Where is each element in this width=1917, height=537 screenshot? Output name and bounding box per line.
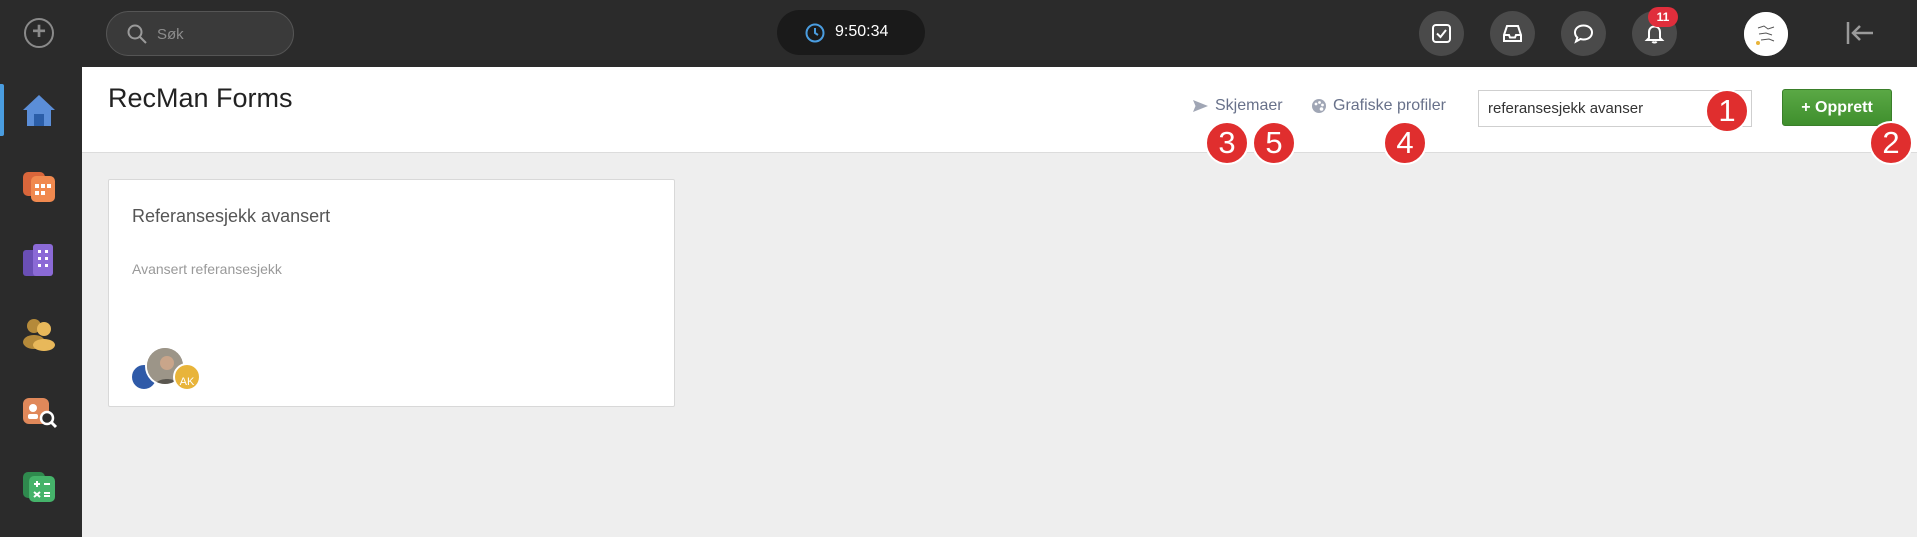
create-button[interactable]: + Opprett [1782, 89, 1892, 126]
marker-3: 3 [1205, 121, 1249, 165]
candidate-search-icon[interactable] [19, 390, 59, 430]
send-icon [1193, 100, 1208, 112]
graphic-profiles-link[interactable]: Grafiske profiler [1311, 97, 1446, 115]
notification-badge: 11 [1648, 7, 1678, 27]
marker-4: 4 [1383, 121, 1427, 165]
clock[interactable]: 9:50:34 [777, 10, 925, 55]
inbox-icon [1503, 25, 1522, 42]
tasks-button[interactable] [1419, 11, 1464, 56]
active-indicator [0, 84, 4, 136]
building-icon[interactable] [19, 240, 59, 280]
plus-circle-icon[interactable]: + [24, 18, 54, 48]
people-icon[interactable] [19, 314, 59, 354]
user-avatar[interactable] [1744, 12, 1788, 56]
chat-bubble-icon [1573, 24, 1594, 44]
search-input[interactable] [157, 22, 287, 46]
notifications-button[interactable]: 11 [1632, 7, 1678, 56]
clock-time: 9:50:34 [835, 23, 889, 40]
card-description: Avansert referansesjekk [132, 261, 282, 277]
forms-link[interactable]: Skjemaer [1192, 97, 1283, 115]
palette-icon [1312, 99, 1326, 113]
calendar-icon[interactable] [19, 166, 59, 206]
marker-5: 5 [1252, 121, 1296, 165]
card-title: Referansesjekk avansert [132, 206, 331, 226]
page-title: RecMan Forms [108, 83, 293, 113]
collapse-sidebar-icon[interactable] [1845, 20, 1875, 46]
clock-icon [805, 23, 825, 43]
home-icon[interactable] [19, 90, 59, 130]
calculator-icon[interactable] [19, 466, 59, 506]
marker-2: 2 [1869, 121, 1913, 165]
inbox-button[interactable] [1490, 11, 1535, 56]
search-icon [127, 24, 147, 44]
chat-button[interactable] [1561, 11, 1606, 56]
topbar: 9:50:34 11 [82, 0, 1917, 67]
forms-link-label: Skjemaer [1215, 97, 1283, 114]
sidebar: + [0, 0, 82, 537]
checkbox-icon [1432, 24, 1451, 43]
graphic-profiles-label: Grafiske profiler [1333, 97, 1446, 114]
page-header: RecMan Forms Skjemaer Grafiske profiler … [82, 67, 1917, 153]
form-card[interactable]: Referansesjekk avansert Avansert referan… [108, 179, 675, 407]
search-box[interactable] [106, 11, 294, 56]
avatar-initials: AK [173, 363, 201, 391]
marker-1: 1 [1705, 89, 1749, 133]
